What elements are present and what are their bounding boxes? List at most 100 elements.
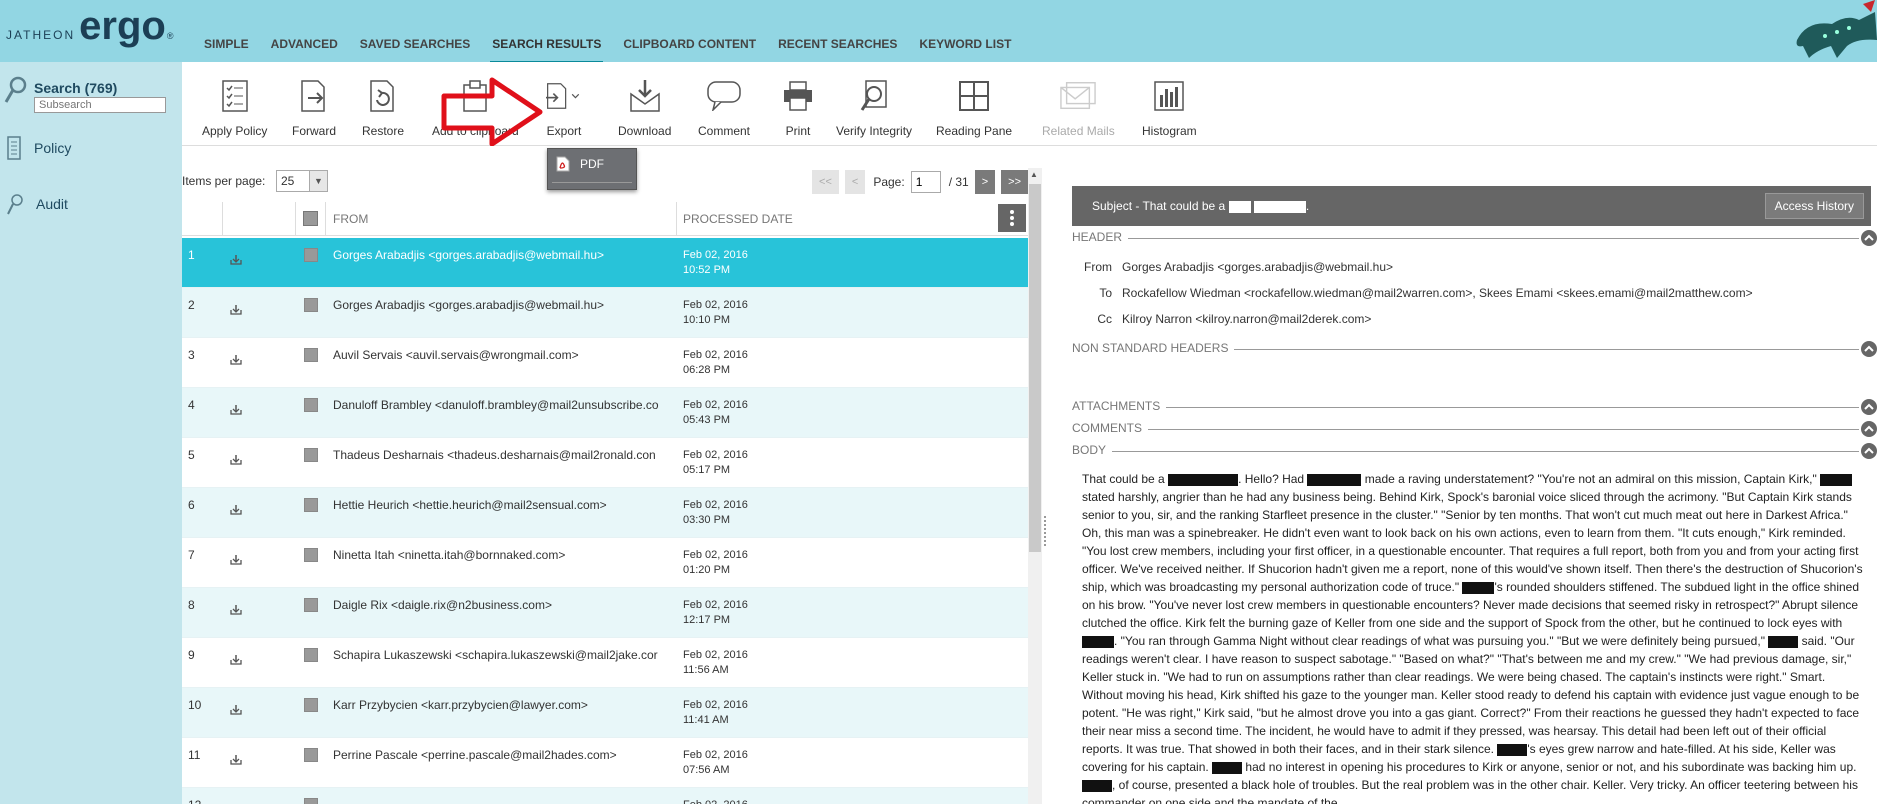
row-checkbox[interactable] <box>304 248 318 262</box>
export-button[interactable]: Export <box>546 78 582 138</box>
row-checkbox[interactable] <box>304 698 318 712</box>
sidebar-item-audit[interactable]: Audit <box>6 192 68 216</box>
table-row[interactable]: 1 Gorges Arabadjis <gorges.arabadjis@webm… <box>182 238 1028 288</box>
table-row[interactable]: 6 Hettie Heurich <hettie.heurich@mail2sen… <box>182 488 1028 538</box>
next-page-button[interactable]: > <box>974 170 996 194</box>
download-icon[interactable] <box>230 704 242 718</box>
items-per-page-select[interactable]: 25 ▼ <box>276 170 328 192</box>
page-number-input[interactable] <box>910 171 941 193</box>
download-icon[interactable] <box>230 654 242 668</box>
select-all-checkbox[interactable] <box>303 211 318 226</box>
section-header[interactable]: HEADER <box>1072 230 1877 246</box>
download-icon[interactable] <box>230 504 242 518</box>
sidebar-search-label[interactable]: Search (769) <box>34 80 117 96</box>
apply-policy-button[interactable]: Apply Policy <box>202 78 267 138</box>
collapse-icon[interactable] <box>1861 421 1877 437</box>
table-row[interactable]: 2 Gorges Arabadjis <gorges.arabadjis@webm… <box>182 288 1028 338</box>
row-checkbox[interactable] <box>304 598 318 612</box>
redaction-block <box>1307 473 1362 486</box>
nav-simple[interactable]: SIMPLE <box>202 30 251 64</box>
download-icon[interactable] <box>230 304 242 318</box>
table-row[interactable]: 11 Perrine Pascale <perrine.pascale@mail2… <box>182 738 1028 788</box>
row-checkbox[interactable] <box>304 798 318 804</box>
processed-date-cell: Feb 02, 2016 05:43 PM <box>683 399 748 426</box>
from-cell: Hettie Heurich <hettie.heurich@mail2sens… <box>333 498 607 512</box>
row-checkbox[interactable] <box>304 348 318 362</box>
nav-saved-searches[interactable]: SAVED SEARCHES <box>358 30 472 64</box>
table-row[interactable]: 5 Thadeus Desharnais <thadeus.desharnais@… <box>182 438 1028 488</box>
jatheon-ergo-logo[interactable]: JATHEON ergo ® <box>6 6 173 46</box>
list-scrollbar[interactable]: ▲ <box>1028 168 1042 804</box>
sidebar-item-policy[interactable]: Policy <box>6 136 71 160</box>
collapse-icon[interactable] <box>1861 443 1877 459</box>
chevron-down-icon[interactable]: ▼ <box>309 171 327 191</box>
processed-date-cell: Feb 02, 2016 01:20 PM <box>683 549 748 576</box>
subsearch-input[interactable] <box>34 97 166 113</box>
print-button[interactable]: Print <box>780 78 816 138</box>
prev-page-button[interactable]: < <box>844 170 866 194</box>
section-body[interactable]: BODY <box>1072 443 1877 459</box>
row-checkbox[interactable] <box>304 448 318 462</box>
splitter-grip-icon[interactable] <box>1044 516 1050 546</box>
download-icon[interactable] <box>230 554 242 568</box>
nav-keyword-list[interactable]: KEYWORD LIST <box>917 30 1013 64</box>
collapse-icon[interactable] <box>1861 230 1877 246</box>
table-row[interactable]: 8 Daigle Rix <daigle.rix@n2business.com> F… <box>182 588 1028 638</box>
restore-icon <box>370 80 394 112</box>
scroll-up-icon[interactable]: ▲ <box>1030 170 1038 179</box>
row-checkbox[interactable] <box>304 648 318 662</box>
row-checkbox[interactable] <box>304 548 318 562</box>
scrollbar-thumb[interactable] <box>1029 184 1041 552</box>
column-menu-button[interactable] <box>998 204 1026 232</box>
section-attachments[interactable]: ATTACHMENTS <box>1072 399 1877 415</box>
column-header-processed-date[interactable]: PROCESSED DATE <box>683 212 793 226</box>
forward-button[interactable]: Forward <box>292 78 336 138</box>
table-row[interactable]: 7 Ninetta Itah <ninetta.itah@bornnaked.co… <box>182 538 1028 588</box>
table-row[interactable]: 4 Danuloff Brambley <danuloff.brambley@ma… <box>182 388 1028 438</box>
download-icon[interactable] <box>230 754 242 768</box>
row-checkbox[interactable] <box>304 498 318 512</box>
related-mails-button[interactable]: Related Mails <box>1042 78 1115 138</box>
redaction-block <box>1820 473 1853 486</box>
access-history-button[interactable]: Access History <box>1764 193 1864 219</box>
reading-pane-button[interactable]: Reading Pane <box>936 78 1012 138</box>
section-divider <box>1072 238 1859 239</box>
processed-date-cell: Feb 02, 2016 06:28 PM <box>683 349 748 376</box>
download-icon[interactable] <box>230 454 242 468</box>
last-page-button[interactable]: >> <box>1001 170 1028 194</box>
nav-recent-searches[interactable]: RECENT SEARCHES <box>776 30 899 64</box>
download-icon[interactable] <box>230 254 242 268</box>
column-header-from[interactable]: FROM <box>333 212 368 226</box>
row-checkbox[interactable] <box>304 298 318 312</box>
table-row[interactable]: 3 Auvil Servais <auvil.servais@wrongmail.… <box>182 338 1028 388</box>
download-icon[interactable] <box>230 604 242 618</box>
row-checkbox[interactable] <box>304 748 318 762</box>
comment-button[interactable]: Comment <box>698 78 750 138</box>
verify-integrity-button[interactable]: Verify Integrity <box>836 78 912 138</box>
download-button[interactable]: Download <box>618 78 671 138</box>
collapse-icon[interactable] <box>1861 341 1877 357</box>
nav-search-results[interactable]: SEARCH RESULTS <box>490 30 604 64</box>
policy-icon <box>7 136 21 160</box>
row-number: 3 <box>188 348 195 362</box>
sidebar-item-audit-label: Audit <box>36 196 68 212</box>
collapse-icon[interactable] <box>1861 399 1877 415</box>
page-total: / 31 <box>948 175 969 189</box>
download-icon[interactable] <box>230 404 242 418</box>
pane-splitter[interactable] <box>1042 168 1052 804</box>
first-page-button[interactable]: << <box>812 170 839 194</box>
histogram-button[interactable]: Histogram <box>1142 78 1197 138</box>
restore-button[interactable]: Restore <box>362 78 404 138</box>
section-comments[interactable]: COMMENTS <box>1072 421 1877 437</box>
nav-clipboard-content[interactable]: CLIPBOARD CONTENT <box>621 30 758 64</box>
row-checkbox[interactable] <box>304 398 318 412</box>
row-number: 7 <box>188 548 195 562</box>
print-label: Print <box>785 124 811 138</box>
table-row[interactable]: 12 Feb 02, 2016 <box>182 788 1028 804</box>
section-non-standard-headers[interactable]: NON STANDARD HEADERS <box>1072 341 1877 357</box>
table-row[interactable]: 10 Karr Przybycien <karr.przybycien@lawye… <box>182 688 1028 738</box>
nav-advanced[interactable]: ADVANCED <box>269 30 340 64</box>
reading-pane: Subject - That could be a . Access Histo… <box>1056 168 1877 804</box>
table-row[interactable]: 9 Schapira Lukaszewski <schapira.lukaszew… <box>182 638 1028 688</box>
download-icon[interactable] <box>230 354 242 368</box>
